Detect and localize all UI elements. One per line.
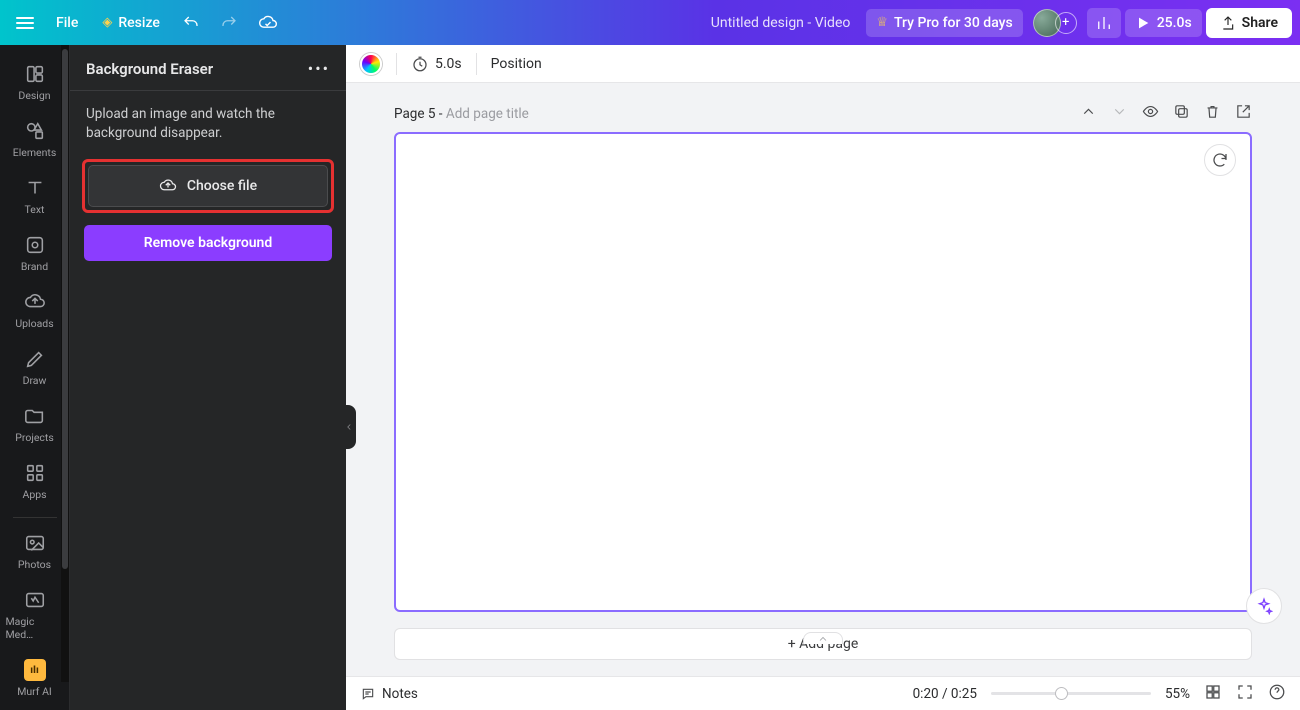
rail-magic-media[interactable]: Magic Med… — [6, 581, 64, 651]
panel-more-button[interactable]: ••• — [308, 59, 330, 78]
share-button[interactable]: Share — [1206, 8, 1292, 38]
rail-apps-label: Apps — [22, 488, 46, 501]
share-label: Share — [1242, 15, 1278, 31]
position-button[interactable]: Position — [491, 56, 542, 72]
choose-file-label: Choose file — [187, 178, 257, 194]
toolbar-divider — [476, 53, 477, 75]
canvas-page[interactable] — [394, 132, 1252, 612]
crown-icon: ◈ — [102, 15, 112, 30]
regenerate-button[interactable] — [1204, 144, 1236, 176]
undo-button[interactable] — [174, 8, 208, 38]
rail-apps[interactable]: Apps — [6, 454, 64, 511]
page-header: Page 5 - Add page title — [346, 83, 1300, 130]
crown-icon: ♕ — [876, 15, 888, 30]
zoom-value: 55% — [1165, 686, 1190, 702]
rail-separator — [13, 517, 57, 518]
zoom-slider[interactable] — [991, 692, 1151, 695]
rail-photos-label: Photos — [18, 558, 51, 571]
resize-label: Resize — [118, 15, 160, 31]
page-up-button[interactable] — [1080, 103, 1097, 124]
notes-label: Notes — [382, 686, 418, 702]
insights-button[interactable] — [1087, 8, 1121, 38]
left-rail: Design Elements Text Brand Uploads Draw … — [0, 45, 70, 710]
play-button[interactable]: 25.0s — [1125, 9, 1202, 37]
color-picker-button[interactable] — [360, 53, 382, 75]
toolbar-divider — [396, 53, 397, 75]
delete-page-button[interactable] — [1204, 103, 1221, 124]
rail-uploads[interactable]: Uploads — [6, 283, 64, 340]
file-menu[interactable]: File — [46, 9, 88, 37]
try-pro-label: Try Pro for 30 days — [894, 15, 1013, 31]
duplicate-page-button[interactable] — [1173, 103, 1190, 124]
playback-time: 0:20 / 0:25 — [913, 686, 977, 702]
rail-draw-label: Draw — [23, 374, 47, 387]
open-page-button[interactable] — [1235, 103, 1252, 124]
rail-photos[interactable]: Photos — [6, 524, 64, 581]
stage: 5.0s Position Page 5 - Add page title — [346, 45, 1300, 710]
side-panel: Background Eraser ••• Upload an image an… — [70, 45, 346, 710]
rail-elements[interactable]: Elements — [6, 112, 64, 169]
rail-text-label: Text — [25, 203, 45, 216]
remove-background-label: Remove background — [144, 235, 273, 251]
resize-button[interactable]: ◈ Resize — [92, 9, 170, 37]
fullscreen-button[interactable] — [1236, 683, 1254, 705]
rail-design[interactable]: Design — [6, 55, 64, 112]
duration-button[interactable]: 5.0s — [411, 55, 462, 73]
bottom-bar: Notes 0:20 / 0:25 55% — [346, 676, 1300, 710]
rail-murf-label: Murf AI — [17, 685, 52, 698]
rail-projects[interactable]: Projects — [6, 397, 64, 454]
cloud-sync-button[interactable] — [250, 7, 286, 39]
rail-uploads-label: Uploads — [15, 317, 53, 330]
rail-brand-label: Brand — [21, 260, 48, 273]
rail-text[interactable]: Text — [6, 169, 64, 226]
hamburger-icon — [16, 17, 34, 29]
notes-button[interactable]: Notes — [360, 686, 418, 702]
remove-background-button[interactable]: Remove background — [84, 225, 332, 261]
panel-title: Background Eraser — [86, 60, 213, 78]
document-title[interactable]: Untitled design - Video — [711, 15, 851, 31]
help-button[interactable] — [1268, 683, 1286, 705]
add-member-button[interactable]: + — [1055, 12, 1077, 34]
rail-draw[interactable]: Draw — [6, 340, 64, 397]
panel-description: Upload an image and watch the background… — [70, 91, 346, 159]
menu-button[interactable] — [8, 11, 42, 35]
rail-scrollbar[interactable] — [61, 45, 69, 682]
choose-file-button[interactable]: Choose file — [88, 165, 328, 207]
try-pro-button[interactable]: ♕ Try Pro for 30 days — [866, 9, 1022, 37]
rail-murf-ai[interactable]: ıIı Murf AI — [6, 651, 64, 708]
hide-page-button[interactable] — [1142, 103, 1159, 124]
timeline-drawer-handle[interactable] — [803, 632, 843, 644]
play-time-label: 25.0s — [1157, 15, 1192, 31]
top-bar: File ◈ Resize Untitled design - Video ♕ … — [0, 0, 1300, 45]
page-index: Page 5 - — [394, 106, 446, 122]
canvas-toolbar: 5.0s Position — [346, 45, 1300, 83]
page-down-button[interactable] — [1111, 103, 1128, 124]
rail-magic-label: Magic Med… — [6, 615, 64, 641]
rail-brand[interactable]: Brand — [6, 226, 64, 283]
choose-file-highlight: Choose file — [82, 159, 334, 213]
rail-design-label: Design — [18, 89, 50, 102]
magic-fab-button[interactable] — [1246, 588, 1282, 624]
murf-icon: ıIı — [24, 659, 46, 681]
rail-elements-label: Elements — [13, 146, 57, 159]
redo-button[interactable] — [212, 8, 246, 38]
rail-projects-label: Projects — [15, 431, 54, 444]
duration-label: 5.0s — [435, 56, 462, 72]
grid-view-button[interactable] — [1204, 683, 1222, 705]
page-title-placeholder[interactable]: Add page title — [446, 106, 529, 122]
